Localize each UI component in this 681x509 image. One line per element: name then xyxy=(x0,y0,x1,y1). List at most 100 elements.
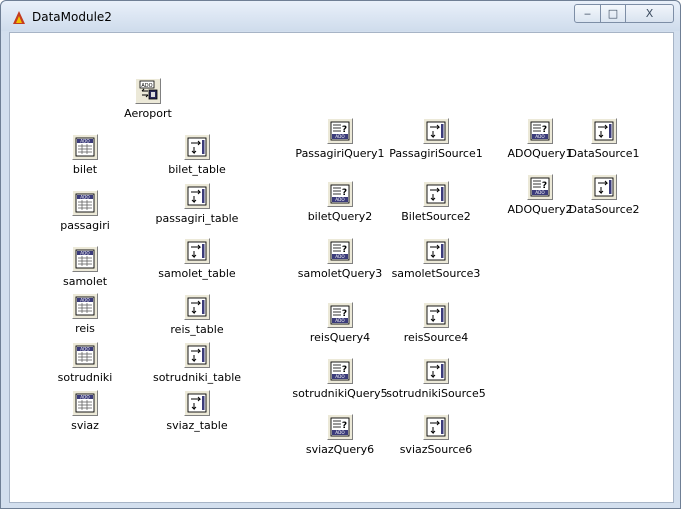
component-sotrudnikisource5[interactable] xyxy=(423,358,449,384)
component-label-passagiri-table: passagiri_table xyxy=(155,212,239,225)
ado-table-icon: ADO xyxy=(73,343,97,367)
data-source-icon xyxy=(185,239,209,263)
component-label-samolet: samolet xyxy=(62,275,108,288)
svg-text:ADO: ADO xyxy=(335,254,345,259)
data-source-icon xyxy=(185,135,209,159)
component-label-reis-table: reis_table xyxy=(170,323,224,336)
svg-text:ADO: ADO xyxy=(80,298,90,303)
data-source-icon xyxy=(185,295,209,319)
svg-text:ADO: ADO xyxy=(80,139,90,144)
data-source-icon xyxy=(592,175,616,199)
component-passagiri-table[interactable] xyxy=(184,183,210,209)
data-source-icon xyxy=(185,343,209,367)
component-passagirisource1[interactable] xyxy=(423,118,449,144)
component-adoquery2[interactable]: ? ADO xyxy=(527,174,553,200)
data-source-icon xyxy=(424,182,448,206)
component-label-biletsource2: BiletSource2 xyxy=(401,210,471,223)
ado-query-icon: ? ADO xyxy=(328,239,352,263)
component-sviaz-table[interactable] xyxy=(184,390,210,416)
ado-query-icon: ? ADO xyxy=(328,415,352,439)
component-samolet[interactable]: ADO xyxy=(72,246,98,272)
data-source-icon xyxy=(424,239,448,263)
component-reis[interactable]: ADO xyxy=(72,293,98,319)
svg-text:ADO: ADO xyxy=(80,347,90,352)
ado-table-icon: ADO xyxy=(73,191,97,215)
minimize-button[interactable]: ‒ xyxy=(574,4,601,23)
component-sotrudniki-table[interactable] xyxy=(184,342,210,368)
component-bilet[interactable]: ADO xyxy=(72,134,98,160)
component-reissource4[interactable] xyxy=(423,302,449,328)
ado-query-icon: ? ADO xyxy=(528,119,552,143)
component-reisquery4[interactable]: ? ADO xyxy=(327,302,353,328)
ado-connection-icon: ADO xyxy=(136,79,160,103)
component-biletquery2[interactable]: ? ADO xyxy=(327,181,353,207)
ado-query-icon: ? ADO xyxy=(328,182,352,206)
component-label-aeroport: Aeroport xyxy=(124,107,172,120)
data-source-icon xyxy=(185,184,209,208)
maximize-button[interactable]: □ xyxy=(600,4,626,23)
component-label-passagiri: passagiri xyxy=(60,219,110,232)
component-label-sviaz: sviaz xyxy=(71,419,99,432)
component-label-reis: reis xyxy=(75,322,95,335)
ado-query-icon: ? ADO xyxy=(328,359,352,383)
ado-table-icon: ADO xyxy=(73,294,97,318)
component-reis-table[interactable] xyxy=(184,294,210,320)
component-label-bilet: bilet xyxy=(72,163,98,176)
component-bilet-table[interactable] xyxy=(184,134,210,160)
component-label-sviazsource6: sviazSource6 xyxy=(399,443,473,456)
close-button[interactable]: X xyxy=(625,4,674,23)
component-sotrudniki[interactable]: ADO xyxy=(72,342,98,368)
svg-text:ADO: ADO xyxy=(141,83,152,89)
ado-table-icon: ADO xyxy=(73,247,97,271)
svg-text:ADO: ADO xyxy=(80,195,90,200)
ado-query-icon: ? ADO xyxy=(528,175,552,199)
component-sviazquery6[interactable]: ? ADO xyxy=(327,414,353,440)
component-sotrudnikiquery5[interactable]: ? ADO xyxy=(327,358,353,384)
component-label-samoletsource3: samoletSource3 xyxy=(391,267,481,280)
ado-query-icon: ? ADO xyxy=(328,119,352,143)
data-source-icon xyxy=(592,119,616,143)
svg-text:ADO: ADO xyxy=(335,374,345,379)
component-label-sotrudniki: sotrudniki xyxy=(57,371,113,384)
component-datasource1[interactable] xyxy=(591,118,617,144)
component-biletsource2[interactable] xyxy=(423,181,449,207)
component-samoletsource3[interactable] xyxy=(423,238,449,264)
data-source-icon xyxy=(185,391,209,415)
component-label-sotrudnikiquery5: sotrudnikiQuery5 xyxy=(292,387,388,400)
component-label-bilet-table: bilet_table xyxy=(168,163,226,176)
svg-text:ADO: ADO xyxy=(535,190,545,195)
svg-text:ADO: ADO xyxy=(335,197,345,202)
svg-text:ADO: ADO xyxy=(335,318,345,323)
component-sviaz[interactable]: ADO xyxy=(72,390,98,416)
component-label-samolet-table: samolet_table xyxy=(158,267,236,280)
component-samolet-table[interactable] xyxy=(184,238,210,264)
component-label-sviaz-table: sviaz_table xyxy=(166,419,228,432)
datamodule-window: DataModule2 ‒ □ X ADO Aeroport ADO bilet ADO… xyxy=(0,0,681,509)
component-datasource2[interactable] xyxy=(591,174,617,200)
component-passagiriquery1[interactable]: ? ADO xyxy=(327,118,353,144)
ado-table-icon: ADO xyxy=(73,391,97,415)
svg-text:ADO: ADO xyxy=(80,251,90,256)
component-label-datasource2: DataSource2 xyxy=(568,203,640,216)
component-label-reissource4: reisSource4 xyxy=(403,331,469,344)
component-adoquery1[interactable]: ? ADO xyxy=(527,118,553,144)
data-source-icon xyxy=(424,119,448,143)
title-bar[interactable]: DataModule2 ‒ □ X xyxy=(1,1,680,31)
delphi-app-icon xyxy=(13,11,25,24)
svg-text:ADO: ADO xyxy=(335,134,345,139)
component-sviazsource6[interactable] xyxy=(423,414,449,440)
component-label-biletquery2: biletQuery2 xyxy=(307,210,373,223)
component-passagiri[interactable]: ADO xyxy=(72,190,98,216)
svg-text:ADO: ADO xyxy=(535,134,545,139)
component-aeroport[interactable]: ADO xyxy=(135,78,161,104)
component-label-sotrudnikisource5: sotrudnikiSource5 xyxy=(386,387,486,400)
component-label-samoletquery3: samoletQuery3 xyxy=(297,267,383,280)
window-title: DataModule2 xyxy=(32,10,112,24)
data-source-icon xyxy=(424,415,448,439)
data-module-canvas[interactable]: ADO Aeroport ADO bilet ADO passagiri ADO samole… xyxy=(9,32,674,503)
ado-query-icon: ? ADO xyxy=(328,303,352,327)
component-samoletquery3[interactable]: ? ADO xyxy=(327,238,353,264)
component-label-reisquery4: reisQuery4 xyxy=(309,331,371,344)
component-label-datasource1: DataSource1 xyxy=(568,147,640,160)
data-source-icon xyxy=(424,303,448,327)
